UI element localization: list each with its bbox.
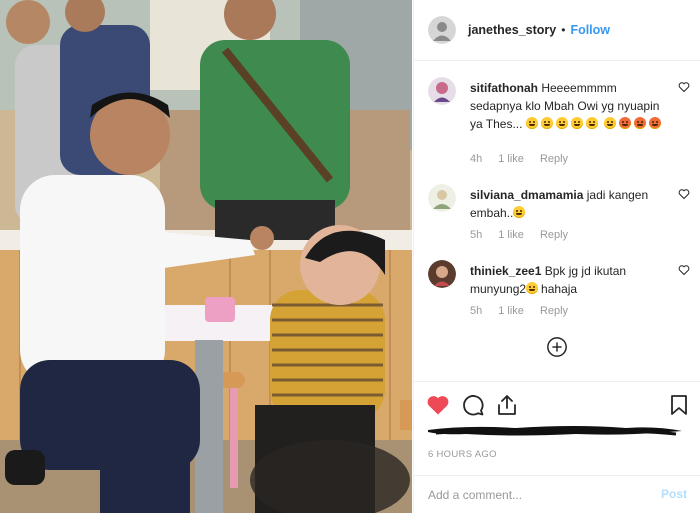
comment-likes[interactable]: 1 like bbox=[498, 153, 524, 165]
post-side-panel: janethes_story • Follow sitifathonah Hee… bbox=[413, 0, 700, 513]
reply-button[interactable]: Reply bbox=[540, 229, 568, 241]
comment-body: sitifathonah Heeeemmmm sedapnya klo Mbah… bbox=[470, 79, 666, 133]
user-avatar-icon bbox=[428, 260, 456, 288]
comment-likes[interactable]: 1 like bbox=[498, 229, 524, 241]
author-avatar[interactable] bbox=[428, 16, 456, 44]
comment-item: silviana_dmamamia jadi kangen embah.. 5h… bbox=[428, 184, 698, 244]
follow-button[interactable]: Follow bbox=[570, 23, 610, 37]
comment-body: thiniek_zee1 Bpk jg jd ikutan munyung2 ha… bbox=[470, 262, 666, 298]
bookmark-icon[interactable] bbox=[667, 393, 691, 417]
star-struck-face-icon bbox=[649, 117, 662, 129]
crying-face-icon bbox=[513, 206, 526, 218]
comment-body: silviana_dmamamia jadi kangen embah.. bbox=[470, 186, 666, 222]
comment-username[interactable]: silviana_dmamamia bbox=[470, 188, 583, 202]
emoji-row bbox=[525, 117, 664, 131]
user-avatar-icon bbox=[428, 16, 456, 44]
comment-username[interactable]: sitifathonah bbox=[470, 81, 538, 95]
reply-button[interactable]: Reply bbox=[540, 305, 568, 317]
comment-text-after: hahaja bbox=[541, 282, 578, 296]
user-avatar-icon bbox=[428, 184, 456, 212]
separator-dot: • bbox=[561, 23, 566, 37]
author-username[interactable]: janethes_story bbox=[468, 23, 556, 37]
post-timestamp[interactable]: 6 HOURS AGO bbox=[428, 449, 497, 460]
comment-meta: 5h 1 like Reply bbox=[470, 229, 584, 241]
reply-button[interactable]: Reply bbox=[540, 153, 568, 165]
crying-face-icon bbox=[540, 117, 553, 129]
smile-face-icon bbox=[585, 117, 598, 129]
comment-meta: 4h 1 like Reply bbox=[470, 153, 584, 165]
post-header: janethes_story • Follow bbox=[414, 0, 700, 61]
smile-face-icon bbox=[570, 117, 583, 129]
comment-time[interactable]: 5h bbox=[470, 229, 482, 241]
heart-outline-icon[interactable] bbox=[678, 81, 690, 93]
comment-likes[interactable]: 1 like bbox=[498, 305, 524, 317]
comment-username[interactable]: thiniek_zee1 bbox=[470, 264, 541, 278]
star-struck-face-icon bbox=[634, 117, 647, 129]
plus-circle-icon[interactable] bbox=[546, 336, 568, 358]
heart-filled-icon[interactable] bbox=[426, 393, 450, 417]
post-photo[interactable] bbox=[0, 0, 412, 513]
add-comment-bar: Post bbox=[414, 475, 700, 513]
comment-time[interactable]: 5h bbox=[470, 305, 482, 317]
share-icon[interactable] bbox=[495, 393, 519, 417]
comment-input[interactable] bbox=[428, 486, 648, 504]
heart-outline-icon[interactable] bbox=[678, 264, 690, 276]
comment-meta: 5h 1 like Reply bbox=[470, 305, 584, 317]
post-photo-illustration bbox=[0, 0, 412, 513]
star-struck-face-icon bbox=[619, 117, 632, 129]
comment-item: sitifathonah Heeeemmmm sedapnya klo Mbah… bbox=[428, 77, 698, 167]
grin-face-icon bbox=[604, 117, 617, 129]
comment-time[interactable]: 4h bbox=[470, 153, 482, 165]
commenter-avatar[interactable] bbox=[428, 184, 456, 212]
sweat-smile-face-icon bbox=[526, 282, 539, 294]
comment-bubble-icon[interactable] bbox=[461, 393, 485, 417]
post-comment-button[interactable]: Post bbox=[661, 487, 687, 501]
heart-outline-icon[interactable] bbox=[678, 188, 690, 200]
crying-face-icon bbox=[555, 117, 568, 129]
commenter-avatar[interactable] bbox=[428, 260, 456, 288]
likes-count-redacted bbox=[428, 426, 682, 436]
comment-item: thiniek_zee1 Bpk jg jd ikutan munyung2 ha… bbox=[428, 260, 698, 320]
commenter-avatar[interactable] bbox=[428, 77, 456, 105]
crying-face-icon bbox=[525, 117, 538, 129]
user-avatar-icon bbox=[428, 77, 456, 105]
